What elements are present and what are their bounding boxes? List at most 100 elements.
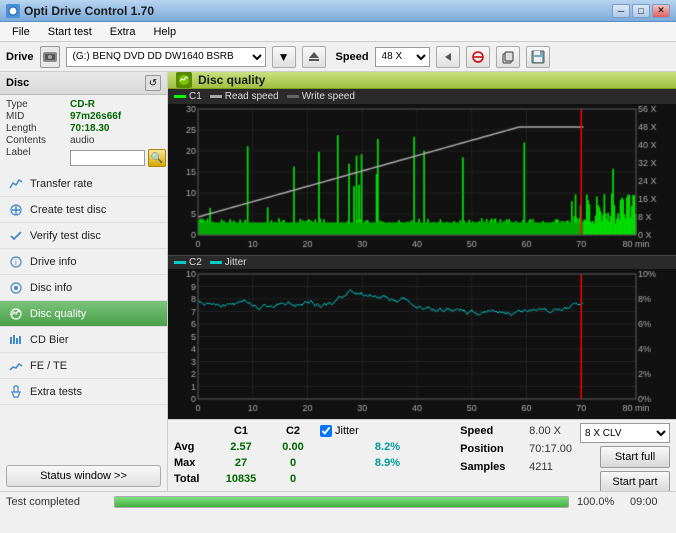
drive-label: Drive: [6, 51, 34, 63]
extra-tests-icon: [8, 384, 24, 400]
status-window-button[interactable]: Status window >>: [6, 465, 161, 487]
progress-bar-fill: [115, 497, 568, 507]
stats-panel: C1 C2 Jitter Avg 2.57 0.00 8.2% Max: [168, 419, 676, 491]
jitter-col-label: Jitter: [335, 423, 359, 439]
title-text: Opti Drive Control 1.70: [24, 4, 154, 18]
stats-table: C1 C2 Jitter Avg 2.57 0.00 8.2% Max: [174, 423, 442, 487]
disc-quality-header: Disc quality: [168, 72, 676, 89]
drive-select[interactable]: (G:) BENQ DVD DD DW1640 BSRB: [66, 47, 266, 67]
drive-icon: [40, 46, 60, 68]
avg-jitter: 8.2%: [320, 439, 400, 455]
svg-text:i: i: [15, 258, 17, 267]
col-c2-header: C2: [268, 423, 318, 439]
drive-info-icon: i: [8, 254, 24, 270]
total-c2: 0: [268, 471, 318, 487]
length-value: 70:18.30: [70, 123, 166, 134]
disc-title: Disc: [6, 77, 29, 89]
read-speed-legend-label: Read speed: [225, 91, 279, 102]
status-bar: Test completed 100.0% 09:00: [0, 491, 676, 511]
sidebar-item-drive-info[interactable]: i Drive info: [0, 249, 167, 275]
status-text: Test completed: [6, 496, 106, 508]
start-full-button[interactable]: Start full: [600, 446, 670, 468]
charts-area: C1 Read speed Write speed C2: [168, 89, 676, 419]
disc-header: Disc ↺: [0, 72, 167, 95]
max-c1: 27: [216, 455, 266, 471]
disc-info-icon: [8, 280, 24, 296]
erase-button[interactable]: [466, 46, 490, 68]
menu-file[interactable]: File: [4, 24, 38, 40]
contents-label: Contents: [6, 135, 66, 146]
sidebar-item-fe-te[interactable]: FE / TE: [0, 353, 167, 379]
sidebar-item-verify-test-disc[interactable]: Verify test disc: [0, 223, 167, 249]
sidebar-item-extra-tests[interactable]: Extra tests: [0, 379, 167, 405]
menu-help[interactable]: Help: [145, 24, 184, 40]
mid-label: MID: [6, 111, 66, 122]
c2-legend-label: C2: [189, 257, 202, 268]
write-speed-legend-label: Write speed: [302, 91, 355, 102]
close-button[interactable]: ✕: [652, 4, 670, 18]
total-label: Total: [174, 471, 214, 487]
main-content: Disc ↺ Type CD-R MID 97m26s66f Length 70…: [0, 72, 676, 491]
progress-text: 100.0%: [577, 496, 622, 508]
mid-value: 97m26s66f: [70, 111, 166, 122]
save-button[interactable]: [526, 46, 550, 68]
legend-write-speed: Write speed: [287, 91, 355, 102]
drive-dropdown-arrow[interactable]: ▼: [272, 46, 296, 68]
chart2-canvas: [168, 269, 676, 419]
speed-stat-label: Speed: [460, 423, 525, 439]
disc-quality-header-icon: [176, 72, 192, 88]
menu-bar: File Start test Extra Help: [0, 22, 676, 42]
sidebar-item-cd-bler[interactable]: CD Bier: [0, 327, 167, 353]
c2-color-swatch: [174, 261, 186, 264]
label-input[interactable]: [70, 150, 145, 166]
minimize-button[interactable]: ─: [612, 4, 630, 18]
create-test-disc-icon: [8, 202, 24, 218]
speed-clv-select[interactable]: 8 X CLV: [580, 423, 670, 443]
menu-start-test[interactable]: Start test: [40, 24, 100, 40]
eject-button[interactable]: [302, 46, 326, 68]
jitter-color-swatch: [210, 261, 222, 264]
legend: C1 Read speed Write speed: [168, 89, 676, 104]
avg-label: Avg: [174, 439, 214, 455]
cd-bler-label: CD Bier: [30, 334, 69, 346]
copy-button[interactable]: [496, 46, 520, 68]
verify-test-disc-label: Verify test disc: [30, 230, 101, 242]
legend-c2: C2: [174, 257, 202, 268]
read-speed-color-swatch: [210, 95, 222, 98]
c1-legend-label: C1: [189, 91, 202, 102]
sidebar-item-create-test-disc[interactable]: Create test disc: [0, 197, 167, 223]
menu-extra[interactable]: Extra: [102, 24, 144, 40]
length-label: Length: [6, 123, 66, 134]
legend-jitter: Jitter: [210, 257, 247, 268]
samples-label: Samples: [460, 459, 525, 475]
position-label: Position: [460, 441, 525, 457]
jitter-checkbox[interactable]: [320, 425, 332, 437]
legend-read-speed: Read speed: [210, 91, 279, 102]
label-search-button[interactable]: 🔍: [148, 149, 166, 167]
fe-te-label: FE / TE: [30, 360, 67, 372]
drive-info-label: Drive info: [30, 256, 76, 268]
sidebar-item-disc-quality[interactable]: Disc quality: [0, 301, 167, 327]
position-value: 70:17.00: [529, 441, 572, 457]
disc-quality-label: Disc quality: [30, 308, 86, 320]
sidebar-item-transfer-rate[interactable]: Transfer rate: [0, 171, 167, 197]
speed-select[interactable]: 48 X: [375, 47, 430, 67]
c1-color-swatch: [174, 95, 186, 98]
progress-bar-background: [114, 496, 569, 508]
maximize-button[interactable]: □: [632, 4, 650, 18]
disc-refresh-button[interactable]: ↺: [145, 75, 161, 91]
time-text: 09:00: [630, 496, 670, 508]
stats-avg-row: Avg 2.57 0.00 8.2%: [174, 439, 442, 455]
transfer-rate-icon: [8, 176, 24, 192]
right-panel: Disc quality C1 Read speed Write speed: [168, 72, 676, 491]
max-label: Max: [174, 455, 214, 471]
start-part-button[interactable]: Start part: [600, 471, 670, 491]
right-buttons: 8 X CLV Start full Start part: [580, 423, 670, 491]
extra-tests-label: Extra tests: [30, 386, 82, 398]
jitter-check: Jitter: [320, 423, 400, 439]
prev-button[interactable]: [436, 46, 460, 68]
sidebar-item-disc-info[interactable]: Disc info: [0, 275, 167, 301]
speed-stat-value: 8.00 X: [529, 423, 572, 439]
write-speed-color-swatch: [287, 95, 299, 98]
verify-test-disc-icon: [8, 228, 24, 244]
